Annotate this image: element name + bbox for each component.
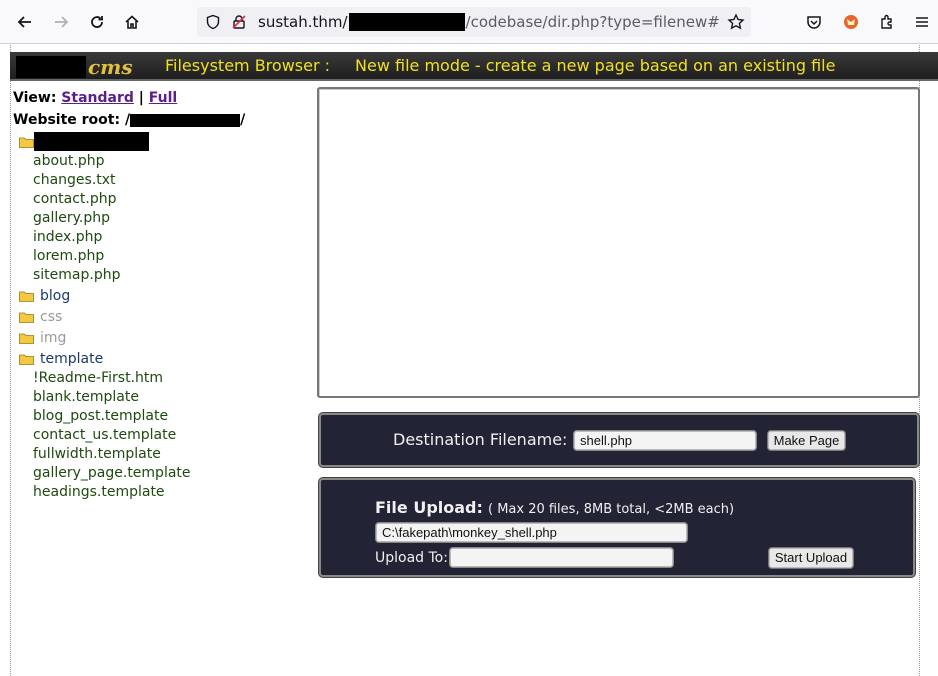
tree-template-file-item[interactable]: fullwidth.template — [33, 446, 161, 462]
logo-cms-text: cms — [88, 54, 133, 79]
view-full-link[interactable]: Full — [149, 90, 177, 106]
page-content: cms Filesystem Browser : New file mode -… — [0, 45, 938, 676]
header-title: Filesystem Browser : — [165, 56, 331, 75]
view-switcher: View: Standard | Full — [13, 90, 177, 106]
start-upload-button[interactable]: Start Upload — [768, 547, 854, 569]
url-redaction — [348, 13, 465, 31]
folder-icon — [19, 136, 34, 148]
upload-file-input[interactable]: C:\fakepath\monkey_shell.php — [375, 522, 688, 543]
upload-to-input[interactable] — [449, 547, 674, 568]
tree-file-item[interactable]: lorem.php — [33, 248, 104, 264]
tree-file-item[interactable]: about.php — [33, 153, 105, 169]
make-page-button[interactable]: Make Page — [767, 430, 846, 451]
root-folder-redaction — [34, 132, 149, 151]
folder-icon — [19, 311, 34, 323]
shield-icon[interactable] — [205, 14, 221, 30]
cms-logo: cms — [12, 52, 133, 81]
view-standard-link[interactable]: Standard — [61, 90, 134, 106]
app-menu-button[interactable] — [908, 8, 936, 36]
tree-folder-css[interactable]: css — [19, 309, 62, 325]
tree-folder-img[interactable]: img — [19, 330, 66, 346]
tree-folder-template[interactable]: template — [19, 351, 103, 367]
upload-to-label: Upload To: — [375, 550, 448, 566]
cms-header: cms Filesystem Browser : New file mode -… — [10, 52, 938, 81]
website-root-suffix: / — [240, 112, 246, 128]
puzzle-icon — [881, 14, 892, 29]
back-arrow-icon — [17, 16, 31, 28]
logo-redaction — [16, 55, 86, 78]
root-path-redaction — [130, 113, 241, 127]
upload-title: File Upload: ( Max 20 files, 8MB total, … — [375, 498, 734, 517]
tree-file-item[interactable]: gallery.php — [33, 210, 110, 226]
tree-file-item[interactable]: contact.php — [33, 191, 117, 207]
reload-icon — [91, 16, 103, 28]
tree-folder-label: img — [40, 330, 67, 346]
insecure-lock-icon[interactable] — [231, 14, 247, 30]
destination-filename-input[interactable]: shell.php — [573, 430, 757, 451]
pocket-icon — [807, 16, 821, 29]
upload-limits: ( Max 20 files, 8MB total, <2MB each) — [487, 502, 735, 517]
destination-panel: Destination Filename: shell.php Make Pag… — [319, 413, 919, 467]
header-mode: New file mode - create a new page based … — [355, 56, 836, 75]
website-root-label: Website root: / — [13, 112, 131, 128]
hamburger-icon — [916, 17, 928, 27]
tree-file-item[interactable]: sitemap.php — [33, 267, 121, 283]
pocket-button[interactable] — [800, 8, 828, 36]
reload-button[interactable] — [83, 8, 111, 36]
bookmark-star-icon[interactable] — [727, 13, 745, 31]
tree-template-file-item[interactable]: blog_post.template — [33, 408, 168, 424]
tree-file-item[interactable]: changes.txt — [33, 172, 116, 188]
address-bar[interactable]: sustah.thm/ /codebase/dir.php?type=filen… — [197, 7, 751, 37]
extension-fox-icon — [844, 15, 858, 29]
tree-folder-blog[interactable]: blog — [19, 288, 70, 304]
website-root: Website root: / / — [13, 112, 245, 128]
forward-arrow-icon — [55, 16, 69, 28]
extension-button[interactable] — [837, 8, 865, 36]
tree-folder-label: template — [40, 351, 104, 367]
view-label: View: — [13, 90, 57, 106]
url-host: sustah.thm/ — [258, 13, 348, 31]
url-path: /codebase/dir.php?type=filenew# — [465, 13, 720, 31]
tree-folder-label: blog — [40, 288, 71, 304]
home-button[interactable] — [118, 8, 146, 36]
extensions-menu-button[interactable] — [873, 8, 901, 36]
file-upload-panel: File Upload: ( Max 20 files, 8MB total, … — [319, 478, 915, 577]
tree-template-file-item[interactable]: !Readme-First.htm — [33, 370, 163, 386]
view-separator: | — [138, 90, 144, 106]
back-button[interactable] — [11, 8, 39, 36]
upload-title-label: File Upload: — [375, 498, 483, 517]
destination-label: Destination Filename: — [393, 430, 568, 449]
tree-template-file-item[interactable]: contact_us.template — [33, 427, 176, 443]
tree-template-file-item[interactable]: blank.template — [33, 389, 139, 405]
browser-toolbar: sustah.thm/ /codebase/dir.php?type=filen… — [0, 0, 938, 44]
folder-icon — [19, 353, 34, 365]
tree-file-item[interactable]: index.php — [33, 229, 102, 245]
tree-folder-label: css — [40, 309, 63, 325]
forward-button[interactable] — [47, 8, 75, 36]
url-text[interactable]: sustah.thm/ /codebase/dir.php?type=filen… — [258, 13, 720, 31]
tree-template-file-item[interactable]: gallery_page.template — [33, 465, 191, 481]
tree-template-file-item[interactable]: headings.template — [33, 484, 165, 500]
file-preview-area[interactable] — [317, 87, 920, 398]
tree-root-folder[interactable] — [19, 132, 149, 151]
folder-icon — [19, 290, 34, 302]
folder-icon — [19, 332, 34, 344]
home-icon — [125, 15, 139, 29]
